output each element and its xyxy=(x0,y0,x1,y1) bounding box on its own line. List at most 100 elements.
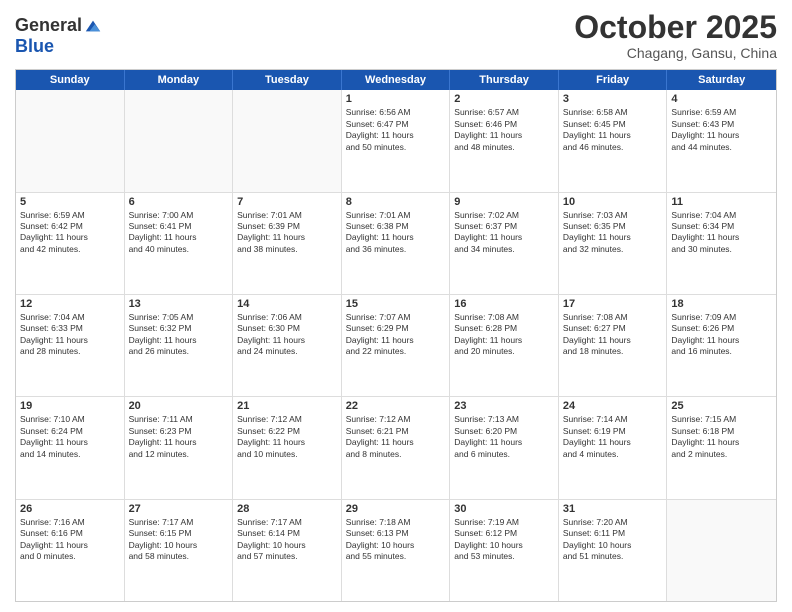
cell-info: Sunrise: 7:16 AMSunset: 6:16 PMDaylight:… xyxy=(20,517,120,563)
cal-cell: 28 Sunrise: 7:17 AMSunset: 6:14 PMDayligh… xyxy=(233,500,342,601)
day-number: 4 xyxy=(671,93,772,105)
cal-cell: 25 Sunrise: 7:15 AMSunset: 6:18 PMDayligh… xyxy=(667,397,776,498)
day-number: 13 xyxy=(129,298,229,310)
cell-info: Sunrise: 7:20 AMSunset: 6:11 PMDaylight:… xyxy=(563,517,663,563)
cell-info: Sunrise: 7:00 AMSunset: 6:41 PMDaylight:… xyxy=(129,210,229,256)
day-number: 21 xyxy=(237,400,337,412)
day-number: 18 xyxy=(671,298,772,310)
day-number: 29 xyxy=(346,503,446,515)
logo-blue-text: Blue xyxy=(15,36,54,56)
cal-header-wednesday: Wednesday xyxy=(342,70,451,90)
day-number: 26 xyxy=(20,503,120,515)
cal-cell: 18 Sunrise: 7:09 AMSunset: 6:26 PMDayligh… xyxy=(667,295,776,396)
logo: General Blue xyxy=(15,10,102,57)
cell-info: Sunrise: 7:04 AMSunset: 6:33 PMDaylight:… xyxy=(20,312,120,358)
day-number: 7 xyxy=(237,196,337,208)
cal-cell: 2 Sunrise: 6:57 AMSunset: 6:46 PMDaylight… xyxy=(450,90,559,191)
cal-header-friday: Friday xyxy=(559,70,668,90)
cell-info: Sunrise: 7:03 AMSunset: 6:35 PMDaylight:… xyxy=(563,210,663,256)
month-title: October 2025 xyxy=(574,10,777,45)
location-subtitle: Chagang, Gansu, China xyxy=(574,45,777,61)
calendar-body: 1 Sunrise: 6:56 AMSunset: 6:47 PMDaylight… xyxy=(16,90,776,601)
cal-cell: 3Sunrise: 6:58 AMSunset: 6:45 PMDaylight… xyxy=(559,90,668,191)
cal-cell: 21 Sunrise: 7:12 AMSunset: 6:22 PMDayligh… xyxy=(233,397,342,498)
header: General Blue October 2025 Chagang, Gansu… xyxy=(15,10,777,61)
cal-cell: 7 Sunrise: 7:01 AMSunset: 6:39 PMDaylight… xyxy=(233,193,342,294)
cell-info: Sunrise: 7:12 AMSunset: 6:21 PMDaylight:… xyxy=(346,414,446,460)
cell-info: Sunrise: 7:14 AMSunset: 6:19 PMDaylight:… xyxy=(563,414,663,460)
day-number: 15 xyxy=(346,298,446,310)
day-number: 20 xyxy=(129,400,229,412)
cal-cell: 12 Sunrise: 7:04 AMSunset: 6:33 PMDayligh… xyxy=(16,295,125,396)
cell-info: Sunrise: 6:57 AMSunset: 6:46 PMDaylight:… xyxy=(454,107,554,153)
cal-cell: 20 Sunrise: 7:11 AMSunset: 6:23 PMDayligh… xyxy=(125,397,234,498)
cal-header-thursday: Thursday xyxy=(450,70,559,90)
day-number: 2 xyxy=(454,93,554,105)
day-number: 8 xyxy=(346,196,446,208)
day-number: 12 xyxy=(20,298,120,310)
cell-info: Sunrise: 6:59 AMSunset: 6:43 PMDaylight:… xyxy=(671,107,772,153)
day-number: 16 xyxy=(454,298,554,310)
day-number: 10 xyxy=(563,196,663,208)
day-number: 6 xyxy=(129,196,229,208)
day-number: 22 xyxy=(346,400,446,412)
cell-info: Sunrise: 6:58 AMSunset: 6:45 PMDaylight:… xyxy=(563,107,663,153)
cell-info: Sunrise: 7:08 AMSunset: 6:27 PMDaylight:… xyxy=(563,312,663,358)
cell-info: Sunrise: 7:09 AMSunset: 6:26 PMDaylight:… xyxy=(671,312,772,358)
cell-info: Sunrise: 7:10 AMSunset: 6:24 PMDaylight:… xyxy=(20,414,120,460)
cal-cell: 30 Sunrise: 7:19 AMSunset: 6:12 PMDayligh… xyxy=(450,500,559,601)
cal-cell: 26 Sunrise: 7:16 AMSunset: 6:16 PMDayligh… xyxy=(16,500,125,601)
cell-info: Sunrise: 7:08 AMSunset: 6:28 PMDaylight:… xyxy=(454,312,554,358)
day-number: 1 xyxy=(346,93,446,105)
cal-cell xyxy=(667,500,776,601)
cell-info: Sunrise: 7:17 AMSunset: 6:14 PMDaylight:… xyxy=(237,517,337,563)
cell-info: Sunrise: 7:11 AMSunset: 6:23 PMDaylight:… xyxy=(129,414,229,460)
day-number: 30 xyxy=(454,503,554,515)
cal-cell: 29Sunrise: 7:18 AMSunset: 6:13 PMDayligh… xyxy=(342,500,451,601)
cal-cell: 4 Sunrise: 6:59 AMSunset: 6:43 PMDaylight… xyxy=(667,90,776,191)
logo-general-text: General xyxy=(15,15,82,36)
logo-icon xyxy=(84,17,102,35)
day-number: 27 xyxy=(129,503,229,515)
cell-info: Sunrise: 7:07 AMSunset: 6:29 PMDaylight:… xyxy=(346,312,446,358)
cell-info: Sunrise: 7:15 AMSunset: 6:18 PMDaylight:… xyxy=(671,414,772,460)
cal-cell: 8 Sunrise: 7:01 AMSunset: 6:38 PMDaylight… xyxy=(342,193,451,294)
cal-cell: 27Sunrise: 7:17 AMSunset: 6:15 PMDayligh… xyxy=(125,500,234,601)
cal-cell: 6 Sunrise: 7:00 AMSunset: 6:41 PMDaylight… xyxy=(125,193,234,294)
cal-header-monday: Monday xyxy=(125,70,234,90)
day-number: 5 xyxy=(20,196,120,208)
cell-info: Sunrise: 7:12 AMSunset: 6:22 PMDaylight:… xyxy=(237,414,337,460)
day-number: 23 xyxy=(454,400,554,412)
day-number: 14 xyxy=(237,298,337,310)
cal-cell xyxy=(125,90,234,191)
cal-cell xyxy=(233,90,342,191)
day-number: 25 xyxy=(671,400,772,412)
cal-cell: 22 Sunrise: 7:12 AMSunset: 6:21 PMDayligh… xyxy=(342,397,451,498)
cal-week-2: 5Sunrise: 6:59 AMSunset: 6:42 PMDaylight… xyxy=(16,193,776,295)
cal-cell: 19Sunrise: 7:10 AMSunset: 6:24 PMDayligh… xyxy=(16,397,125,498)
cal-header-tuesday: Tuesday xyxy=(233,70,342,90)
cal-cell: 23 Sunrise: 7:13 AMSunset: 6:20 PMDayligh… xyxy=(450,397,559,498)
day-number: 28 xyxy=(237,503,337,515)
cal-week-3: 12 Sunrise: 7:04 AMSunset: 6:33 PMDayligh… xyxy=(16,295,776,397)
day-number: 31 xyxy=(563,503,663,515)
cal-cell: 11Sunrise: 7:04 AMSunset: 6:34 PMDayligh… xyxy=(667,193,776,294)
cal-cell: 31 Sunrise: 7:20 AMSunset: 6:11 PMDayligh… xyxy=(559,500,668,601)
cal-cell: 9Sunrise: 7:02 AMSunset: 6:37 PMDaylight… xyxy=(450,193,559,294)
cal-cell: 17Sunrise: 7:08 AMSunset: 6:27 PMDayligh… xyxy=(559,295,668,396)
cal-cell: 14 Sunrise: 7:06 AMSunset: 6:30 PMDayligh… xyxy=(233,295,342,396)
calendar-header: SundayMondayTuesdayWednesdayThursdayFrid… xyxy=(16,70,776,90)
calendar: SundayMondayTuesdayWednesdayThursdayFrid… xyxy=(15,69,777,602)
cal-cell: 15 Sunrise: 7:07 AMSunset: 6:29 PMDayligh… xyxy=(342,295,451,396)
cell-info: Sunrise: 7:01 AMSunset: 6:39 PMDaylight:… xyxy=(237,210,337,256)
cell-info: Sunrise: 7:01 AMSunset: 6:38 PMDaylight:… xyxy=(346,210,446,256)
cell-info: Sunrise: 7:13 AMSunset: 6:20 PMDaylight:… xyxy=(454,414,554,460)
title-block: October 2025 Chagang, Gansu, China xyxy=(574,10,777,61)
cell-info: Sunrise: 7:19 AMSunset: 6:12 PMDaylight:… xyxy=(454,517,554,563)
cal-week-5: 26 Sunrise: 7:16 AMSunset: 6:16 PMDayligh… xyxy=(16,500,776,601)
cal-cell xyxy=(16,90,125,191)
cell-info: Sunrise: 7:02 AMSunset: 6:37 PMDaylight:… xyxy=(454,210,554,256)
cell-info: Sunrise: 7:06 AMSunset: 6:30 PMDaylight:… xyxy=(237,312,337,358)
cell-info: Sunrise: 6:56 AMSunset: 6:47 PMDaylight:… xyxy=(346,107,446,153)
cal-cell: 10 Sunrise: 7:03 AMSunset: 6:35 PMDayligh… xyxy=(559,193,668,294)
